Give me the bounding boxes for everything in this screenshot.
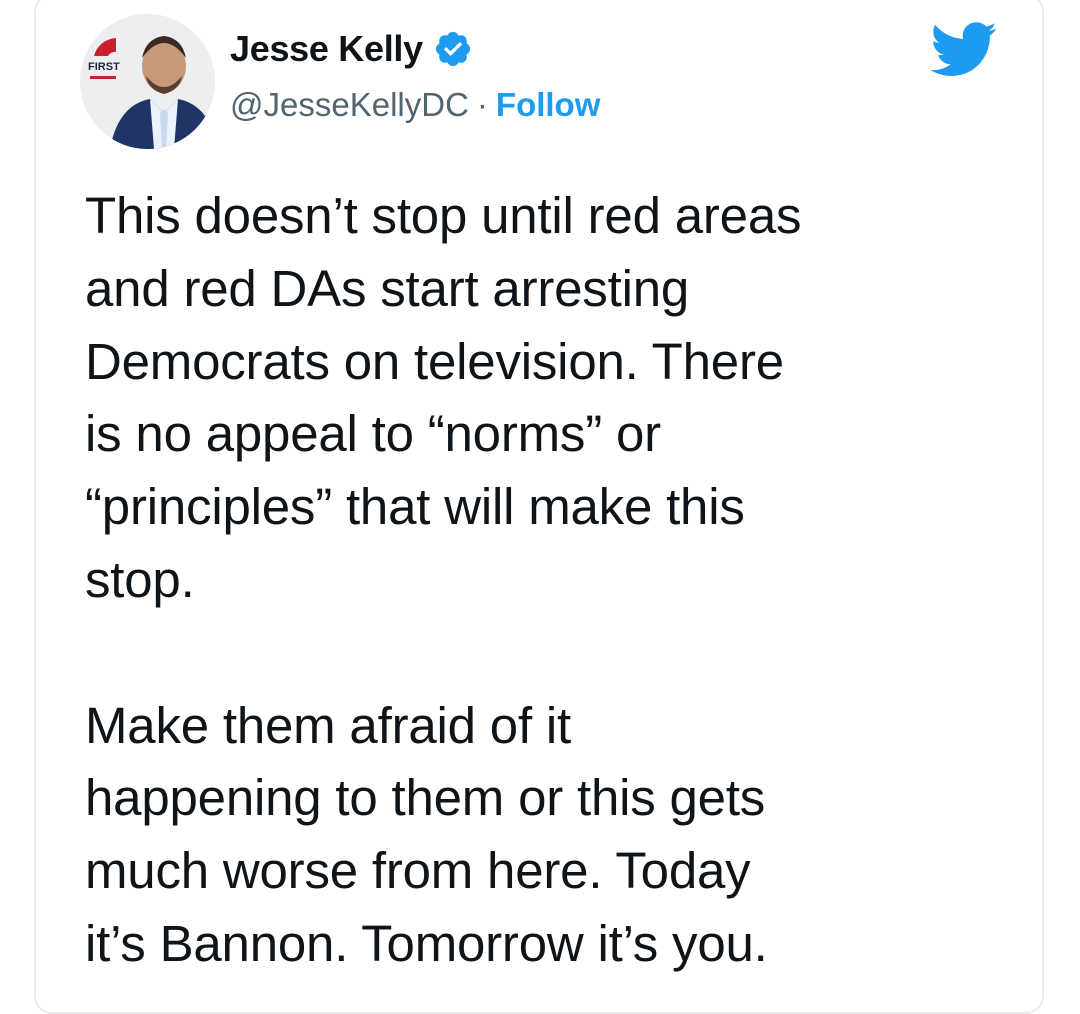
tweet-paragraph: Make them afraid of it happening to them… (85, 690, 1015, 981)
tweet-line: Make them afraid of it (85, 696, 571, 754)
avatar-image: FIRST (80, 14, 215, 149)
tweet-line: This doesn’t stop until red areas (85, 187, 802, 244)
author-handle[interactable]: @JesseKellyDC (230, 86, 469, 124)
separator-dot: · (476, 86, 488, 123)
avatar[interactable]: FIRST (80, 14, 215, 149)
tweet-paragraph: This doesn’t stop until red areas and re… (85, 180, 1015, 617)
avatar-badge-text: FIRST (88, 61, 120, 73)
follow-button[interactable]: Follow (496, 86, 600, 124)
twitter-bird-icon[interactable] (930, 22, 998, 78)
author-display-name[interactable]: Jesse Kelly (230, 28, 423, 70)
tweet-line: stop. (85, 550, 195, 608)
tweet-line: is no appeal to “norms” or (85, 405, 661, 463)
tweet-line: Democrats on television. There (85, 332, 784, 390)
author-handle-row: @JesseKellyDC · Follow (230, 86, 600, 124)
tweet-line: much worse from here. Today (85, 842, 751, 900)
tweet-line: happening to them or this gets (85, 769, 766, 827)
author-name-row: Jesse Kelly (230, 28, 473, 70)
tweet-line: it’s Bannon. Tomorrow it’s you. (85, 914, 768, 972)
tweet-text: This doesn’t stop until red areas and re… (85, 180, 1015, 981)
verified-badge-icon (435, 31, 470, 67)
tweet-line: and red DAs start arresting (85, 259, 690, 317)
tweet-line: “principles” that will make this (85, 478, 745, 536)
